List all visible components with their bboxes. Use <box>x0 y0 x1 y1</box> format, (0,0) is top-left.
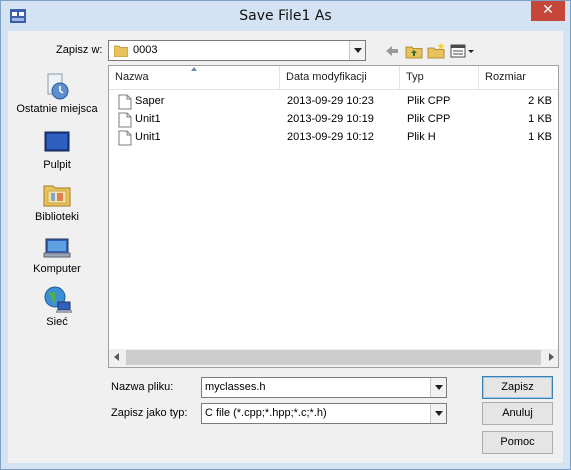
chevron-down-icon[interactable] <box>430 378 446 397</box>
chevron-down-icon[interactable] <box>349 41 365 60</box>
save-button[interactable]: Zapisz <box>482 376 553 399</box>
file-row[interactable]: Unit1 2013-09-29 10:12 Plik H 1 KB <box>109 129 558 147</box>
filename-combo[interactable]: myclasses.h <box>201 377 447 398</box>
folder-icon <box>114 45 128 57</box>
filename-label: Nazwa pliku: <box>111 381 174 393</box>
file-type: Plik CPP <box>407 113 451 125</box>
save-dialog: Save File1 As ✕ Zapisz w: 0003 Ostatnie … <box>0 0 571 470</box>
filetype-value: C file (*.cpp;*.hpp;*.c;*.h) <box>205 407 327 419</box>
file-date: 2013-09-29 10:12 <box>287 131 374 143</box>
file-row[interactable]: Unit1 2013-09-29 10:19 Plik CPP 1 KB <box>109 111 558 129</box>
file-date: 2013-09-29 10:19 <box>287 113 374 125</box>
column-header-row: Nazwa Data modyfikacji Typ Rozmiar <box>109 66 558 90</box>
place-network[interactable]: Sieć <box>13 284 101 328</box>
desktop-icon <box>44 131 70 152</box>
place-label: Pulpit <box>43 159 71 171</box>
file-icon <box>118 94 132 110</box>
filetype-combo[interactable]: C file (*.cpp;*.hpp;*.c;*.h) <box>201 403 447 424</box>
places-bar: Ostatnie miejsca Pulpit Biblioteki Kompu… <box>13 65 101 365</box>
help-button[interactable]: Pomoc <box>482 431 553 454</box>
file-size: 1 KB <box>528 113 552 125</box>
place-label: Biblioteki <box>34 211 80 223</box>
back-icon[interactable] <box>382 41 402 61</box>
title-bar[interactable]: Save File1 As ✕ <box>1 1 570 31</box>
up-folder-icon[interactable] <box>404 41 424 61</box>
scroll-right-icon[interactable] <box>549 353 554 361</box>
file-name: Unit1 <box>135 131 161 143</box>
close-button[interactable]: ✕ <box>531 1 565 21</box>
place-libraries[interactable]: Biblioteki <box>13 179 101 223</box>
sort-ascending-icon <box>191 67 197 71</box>
recent-places-icon <box>47 73 69 100</box>
column-date[interactable]: Data modyfikacji <box>280 66 400 90</box>
view-menu-icon[interactable] <box>449 41 475 61</box>
lookin-combo[interactable]: 0003 <box>108 40 366 61</box>
file-name: Saper <box>135 95 165 107</box>
place-desktop[interactable]: Pulpit <box>13 127 101 171</box>
file-type: Plik CPP <box>407 95 451 107</box>
place-recent[interactable]: Ostatnie miejsca <box>13 71 101 115</box>
file-icon <box>118 112 132 128</box>
file-size: 2 KB <box>528 95 552 107</box>
scrollbar-thumb[interactable] <box>126 350 541 365</box>
file-row[interactable]: Saper 2013-09-29 10:23 Plik CPP 2 KB <box>109 93 558 111</box>
place-label: Sieć <box>46 316 68 328</box>
place-computer[interactable]: Komputer <box>13 231 101 275</box>
place-label: Komputer <box>33 263 81 275</box>
libraries-icon <box>43 185 71 207</box>
file-name: Unit1 <box>135 113 161 125</box>
cancel-button[interactable]: Anuluj <box>482 402 553 425</box>
dialog-client: Zapisz w: 0003 Ostatnie miejsca Pulpit B… <box>8 31 563 463</box>
window-title: Save File1 As <box>239 8 332 24</box>
network-icon <box>44 286 72 313</box>
file-type: Plik H <box>407 131 436 143</box>
file-size: 1 KB <box>528 131 552 143</box>
column-size[interactable]: Rozmiar <box>479 66 558 90</box>
place-label: Ostatnie miejsca <box>16 103 98 115</box>
file-icon <box>118 130 132 146</box>
horizontal-scrollbar[interactable] <box>109 349 558 367</box>
chevron-down-icon[interactable] <box>430 404 446 423</box>
new-folder-icon[interactable] <box>426 41 446 61</box>
filename-input[interactable]: myclasses.h <box>205 381 266 393</box>
filetype-label: Zapisz jako typ: <box>111 407 188 419</box>
lookin-label: Zapisz w: <box>56 44 103 56</box>
lookin-value: 0003 <box>133 44 158 56</box>
scroll-left-icon[interactable] <box>114 353 119 361</box>
file-list[interactable]: Nazwa Data modyfikacji Typ Rozmiar Saper… <box>108 65 559 368</box>
file-date: 2013-09-29 10:23 <box>287 95 374 107</box>
column-type[interactable]: Typ <box>400 66 479 90</box>
computer-icon <box>43 238 71 258</box>
